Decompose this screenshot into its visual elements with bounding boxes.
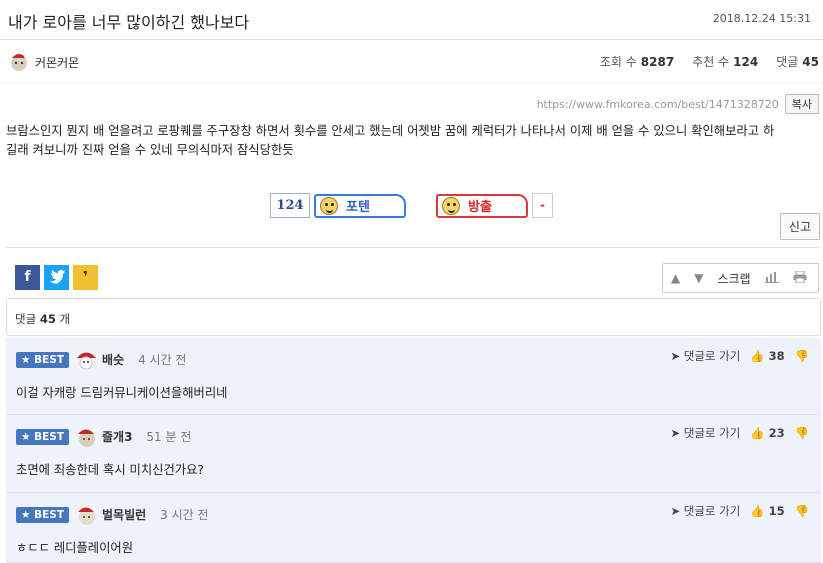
comments-stat: 댓글 45 — [776, 55, 819, 69]
comment-text: ㅎㄷㄷ 레디플레이어원 — [16, 541, 134, 555]
reply-link[interactable]: ➤ 댓글로 가기 — [670, 348, 740, 364]
thumb-up-icon: 👍 — [750, 504, 765, 518]
commenter-name[interactable]: 벌목빌런 — [102, 506, 146, 523]
author-name[interactable]: 커몬커몬 — [35, 54, 79, 71]
facebook-icon[interactable]: f — [15, 265, 40, 290]
copy-url-button[interactable]: 복사 — [784, 94, 819, 114]
commenter-avatar[interactable] — [74, 425, 98, 448]
post-date: 2018.12.24 15:31 — [712, 12, 811, 25]
author-avatar[interactable] — [8, 50, 30, 72]
print-icon[interactable] — [793, 270, 807, 286]
comment-header: ★ BEST 배슷 4 시간 전 — [16, 348, 186, 371]
comment-count-suffix: 개 — [59, 312, 71, 326]
report-button[interactable]: 신고 — [779, 213, 820, 240]
comment-text: 초면에 죄송한데 혹시 미치신건가요? — [16, 463, 204, 477]
post-body-line: 브람스인지 뭔지 배 얻을려고 로팡퀘를 주구장창 하면서 횟수를 안세고 했는… — [6, 124, 775, 138]
comment-count-bar: 댓글 45 개 — [6, 298, 821, 336]
downvote-count: - — [532, 193, 553, 218]
upvote-label: 포텐 — [346, 200, 370, 215]
best-badge: ★ BEST — [16, 351, 69, 368]
commenter-name[interactable]: 즐개3 — [102, 428, 132, 445]
best-badge: ★ BEST — [16, 428, 69, 445]
recommend-stat: 추천 수 124 — [692, 55, 759, 69]
author-bar: 커몬커몬 조회 수 8287 추천 수 124 댓글 45 — [0, 40, 823, 84]
url-row: https://www.fmkorea.com/best/1471328720 … — [537, 94, 819, 114]
send-icon: ➤ — [670, 426, 681, 440]
comment-count-prefix: 댓글 — [15, 312, 37, 326]
comment-actions: ➤ 댓글로 가기 👍 23 👎 — [670, 425, 809, 441]
like-button[interactable]: 👍 15 — [750, 504, 784, 518]
upvote-button[interactable]: 포텐 — [314, 193, 406, 218]
arrow-up-icon[interactable]: ▲ — [671, 271, 680, 285]
thumb-down-icon[interactable]: 👎 — [795, 426, 809, 440]
post-stats: 조회 수 8287 추천 수 124 댓글 45 — [600, 53, 819, 70]
frown-icon — [442, 196, 460, 215]
send-icon: ➤ — [670, 504, 681, 518]
comment-actions: ➤ 댓글로 가기 👍 15 👎 — [670, 503, 809, 519]
divider — [6, 247, 819, 248]
post-header: 내가 로아를 너무 많이하긴 했나보다 2018.12.24 15:31 — [0, 0, 823, 40]
share-buttons: f ❜ — [15, 265, 98, 290]
comment-header: ★ BEST 벌목빌런 3 시간 전 — [16, 503, 209, 526]
comment-item: ★ BEST 배슷 4 시간 전 ➤ 댓글로 가기 👍 38 👎 이걸 자캐랑 드… — [6, 338, 821, 415]
thumb-down-icon[interactable]: 👎 — [795, 349, 809, 363]
comment-item: ★ BEST 즐개3 51 분 전 ➤ 댓글로 가기 👍 23 👎 초면에 죄송한… — [6, 415, 821, 493]
arrow-down-icon[interactable]: ▼ — [694, 271, 703, 285]
vote-area: 124 포텐 방출 - — [270, 193, 553, 218]
comment-time: 51 분 전 — [146, 430, 192, 444]
views-stat: 조회 수 8287 — [599, 55, 675, 69]
post-body-line: 길래 켜보니까 진짜 얻을 수 있네 무의식마저 잠식당한듯 — [6, 143, 294, 157]
thumb-up-icon: 👍 — [750, 426, 765, 440]
like-button[interactable]: 👍 23 — [750, 426, 784, 440]
comment-header: ★ BEST 즐개3 51 분 전 — [16, 425, 191, 448]
reply-link[interactable]: ➤ 댓글로 가기 — [670, 425, 740, 441]
best-badge: ★ BEST — [16, 506, 69, 523]
post-url[interactable]: https://www.fmkorea.com/best/1471328720 — [537, 98, 779, 111]
post-body: 브람스인지 뭔지 배 얻을려고 로팡퀘를 주구장창 하면서 횟수를 안세고 했는… — [6, 122, 821, 160]
kakao-icon[interactable]: ❜ — [73, 265, 98, 290]
thumb-down-icon[interactable]: 👎 — [795, 504, 809, 518]
commenter-avatar[interactable] — [74, 503, 98, 526]
post-tools: ▲ ▼ 스크랩 — [662, 263, 819, 293]
thumb-up-icon: 👍 — [750, 349, 765, 363]
downvote-button[interactable]: 방출 — [436, 193, 528, 218]
scrap-button[interactable]: 스크랩 — [717, 270, 750, 287]
send-icon: ➤ — [670, 349, 681, 363]
comment-count-value: 45 — [39, 312, 56, 326]
comment-time: 4 시간 전 — [138, 353, 187, 367]
post-title: 내가 로아를 너무 많이하긴 했나보다 — [8, 13, 250, 32]
bar-chart-icon[interactable] — [764, 271, 779, 286]
comment-time: 3 시간 전 — [160, 508, 209, 522]
commenter-avatar[interactable] — [74, 348, 98, 371]
reply-link[interactable]: ➤ 댓글로 가기 — [670, 503, 740, 519]
comment-text: 이걸 자캐랑 드림커뮤니케이션을해버리네 — [16, 386, 228, 400]
like-button[interactable]: 👍 38 — [750, 349, 784, 363]
comment-item: ★ BEST 벌목빌런 3 시간 전 ➤ 댓글로 가기 👍 15 👎 ㅎㄷㄷ 레디… — [6, 493, 821, 563]
downvote-label: 방출 — [468, 200, 492, 215]
smile-icon — [320, 196, 338, 215]
comment-actions: ➤ 댓글로 가기 👍 38 👎 — [670, 348, 809, 364]
commenter-name[interactable]: 배슷 — [102, 351, 124, 368]
twitter-icon[interactable] — [44, 265, 69, 290]
vote-count: 124 — [270, 193, 310, 218]
